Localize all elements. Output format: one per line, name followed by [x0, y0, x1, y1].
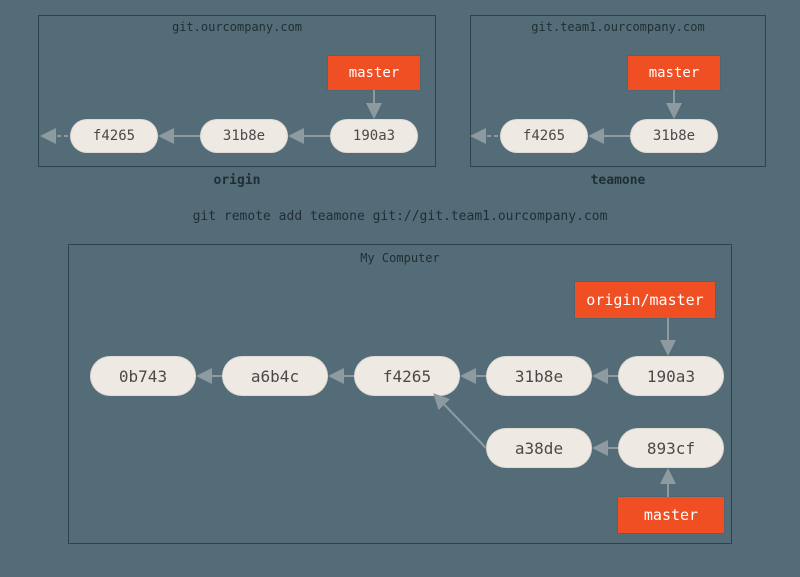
commit-hash: 190a3 — [647, 367, 695, 386]
teamone-host-label: git.team1.ourcompany.com — [471, 20, 765, 34]
commit-node: a38de — [486, 428, 592, 468]
commit-hash: f4265 — [93, 128, 135, 144]
commit-node: f4265 — [354, 356, 460, 396]
commit-hash: 31b8e — [223, 128, 265, 144]
commit-hash: 0b743 — [119, 367, 167, 386]
commit-node: f4265 — [70, 119, 158, 153]
commit-hash: a6b4c — [251, 367, 299, 386]
origin-master-tag: master — [328, 56, 420, 90]
teamone-caption: teamone — [471, 173, 765, 188]
commit-hash: 31b8e — [515, 367, 563, 386]
commit-node: 31b8e — [630, 119, 718, 153]
commit-hash: f4265 — [523, 128, 565, 144]
commit-node: a6b4c — [222, 356, 328, 396]
origin-master-tracking-tag: origin/master — [575, 282, 715, 318]
commit-node: 190a3 — [618, 356, 724, 396]
commit-node: 31b8e — [486, 356, 592, 396]
git-command: git remote add teamone git://git.team1.o… — [0, 209, 800, 224]
commit-hash: 190a3 — [353, 128, 395, 144]
teamone-master-tag: master — [628, 56, 720, 90]
commit-hash: a38de — [515, 439, 563, 458]
commit-node: 31b8e — [200, 119, 288, 153]
origin-caption: origin — [39, 173, 435, 188]
origin-master-tracking-label: origin/master — [586, 291, 703, 309]
commit-hash: f4265 — [383, 367, 431, 386]
local-master-tag: master — [618, 497, 724, 533]
local-master-label: master — [644, 506, 698, 524]
commit-node: 0b743 — [90, 356, 196, 396]
commit-node: f4265 — [500, 119, 588, 153]
commit-node: 190a3 — [330, 119, 418, 153]
teamone-master-tag-label: master — [649, 65, 700, 81]
commit-node: 893cf — [618, 428, 724, 468]
origin-host-label: git.ourcompany.com — [39, 20, 435, 34]
local-label: My Computer — [69, 245, 731, 265]
commit-hash: 31b8e — [653, 128, 695, 144]
origin-master-tag-label: master — [349, 65, 400, 81]
commit-hash: 893cf — [647, 439, 695, 458]
